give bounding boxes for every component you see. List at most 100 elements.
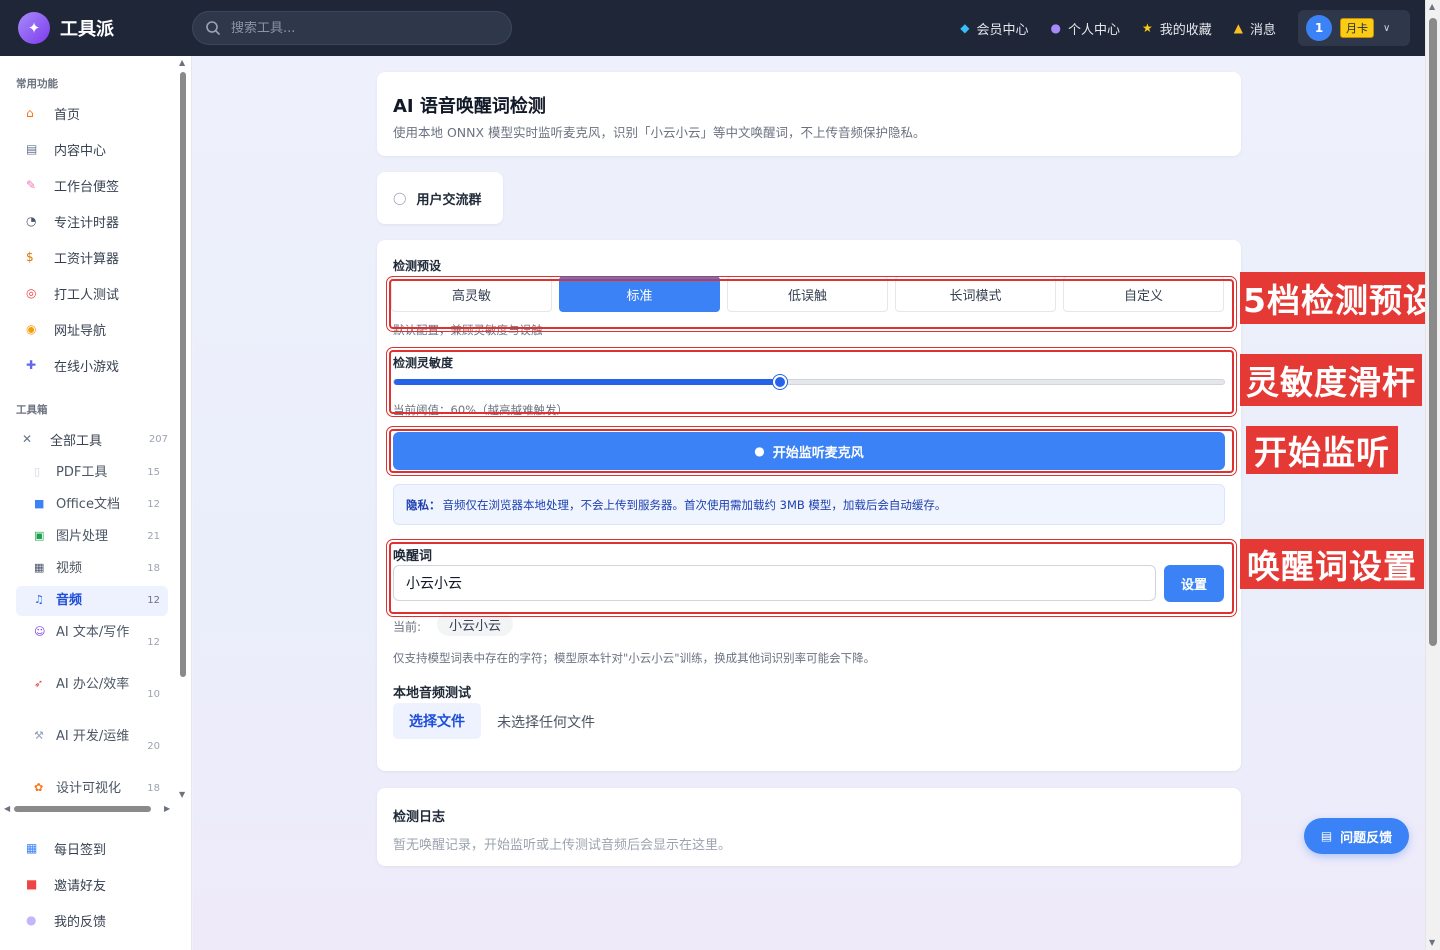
log-title: 检测日志 [393, 810, 446, 825]
palette-icon: ✿ [34, 781, 44, 794]
stopwatch-icon: ◔ [26, 214, 37, 228]
bell-icon: ▲ [1233, 21, 1243, 35]
sidebar-category-design[interactable]: ✿ 设计可视化 18 [16, 779, 168, 798]
annotation-box-presets [386, 276, 1237, 332]
log-empty-text: 暂无唤醒记录，开始监听或上传测试音频后会显示在这里。 [393, 838, 732, 853]
detection-log-card: 检测日志 暂无唤醒记录，开始监听或上传测试音频后会显示在这里。 [377, 788, 1241, 866]
sidebar-item-timer[interactable]: ◔ 专注计时器 [16, 206, 168, 236]
sidebar-item-label: 工资计算器 [54, 251, 120, 267]
annotation-label-wake-word: 唤醒词设置 [1240, 539, 1424, 589]
calendar-icon: ▦ [26, 841, 38, 855]
search-box[interactable] [192, 11, 512, 45]
page-scroll-down-arrow-icon[interactable]: ▼ [1429, 938, 1435, 947]
sidebar-item-notes[interactable]: ✎ 工作台便签 [16, 170, 168, 200]
preset-label: 检测预设 [393, 259, 442, 273]
music-note-icon: ♫ [34, 593, 44, 606]
choose-file-button[interactable]: 选择文件 [393, 703, 481, 739]
nav-label: 个人中心 [1067, 22, 1120, 38]
nav-personal-center[interactable]: ● 个人中心 [1050, 19, 1120, 38]
sidebar-item-content[interactable]: ▤ 内容中心 [16, 134, 168, 164]
sidebar-item-home[interactable]: ⌂ 首页 [16, 98, 168, 128]
sidebar-category-ai-dev[interactable]: ⚒ AI 开发/运维 20 [16, 727, 168, 767]
sidebar-item-count: 21 [147, 531, 160, 542]
user-group-label: 用户交流群 [416, 192, 482, 208]
current-label: 当前: [393, 620, 422, 634]
sidebar-category-pdf[interactable]: ▯ PDF工具 15 [16, 463, 168, 482]
gamepad-icon: ✚ [26, 358, 37, 372]
newspaper-icon: ▤ [26, 142, 38, 156]
target-icon: ◎ [26, 286, 37, 300]
sidebar-item-label: 音频 [56, 593, 83, 608]
sidebar-item-worker-test[interactable]: ◎ 打工人测试 [16, 278, 168, 308]
logo[interactable]: ✦ 工具派 [18, 12, 192, 44]
feedback-button[interactable]: ▤ 问题反馈 [1304, 818, 1409, 854]
sidebar-item-count: 18 [147, 563, 160, 574]
user-group-button[interactable]: ◯ 用户交流群 [377, 172, 503, 224]
sidebar-item-nav[interactable]: ◉ 网址导航 [16, 314, 168, 344]
page-description: 使用本地 ONNX 模型实时监听麦克风，识别「小云小云」等中文唤醒词，不上传音频… [393, 125, 926, 140]
sidebar-item-count: 12 [147, 499, 160, 510]
search-input[interactable] [231, 20, 491, 36]
scroll-left-arrow-icon[interactable]: ◀ [4, 804, 10, 813]
wrench-icon: ⚒ [34, 729, 44, 742]
sidebar-item-label: 设计可视化 [56, 781, 122, 796]
page-title: AI 语音唤醒词检测 [393, 96, 546, 117]
annotation-label-slider: 灵敏度滑杆 [1240, 354, 1422, 406]
page-scroll-thumb[interactable] [1429, 18, 1437, 646]
sidebar-item-label: 图片处理 [56, 529, 109, 544]
sidebar-item-count: 10 [147, 689, 160, 700]
sidebar-item-label: 邀请好友 [54, 878, 107, 894]
sidebar-category-ai-office[interactable]: ➶ AI 办公/效率 10 [16, 675, 168, 715]
sidebar-category-office[interactable]: ■ Office文档 12 [16, 495, 168, 514]
sidebar-item-my-feedback[interactable]: ● 我的反馈 [16, 905, 168, 935]
avatar: 1 [1306, 15, 1332, 41]
scroll-down-arrow-icon[interactable]: ▼ [179, 790, 185, 799]
nav-messages[interactable]: ▲ 消息 [1234, 19, 1276, 38]
annotation-box-start [386, 426, 1237, 476]
page-vertical-scrollbar[interactable]: ▲ ▼ [1425, 0, 1440, 950]
sidebar-horizontal-scrollbar[interactable]: ◀ ▶ [4, 804, 174, 814]
sidebar-category-image[interactable]: ▣ 图片处理 21 [16, 527, 168, 546]
sidebar-scroll-thumb[interactable] [180, 72, 186, 677]
page-header-card: AI 语音唤醒词检测 使用本地 ONNX 模型实时监听麦克风，识别「小云小云」等… [377, 72, 1241, 156]
sidebar-item-salary[interactable]: $ 工资计算器 [16, 242, 168, 272]
sidebar-item-invite[interactable]: ■ 邀请好友 [16, 869, 168, 899]
robot-icon: ☺ [34, 625, 46, 638]
annotation-label-presets: 5档检测预设 [1240, 272, 1440, 324]
sidebar-item-count: 12 [147, 637, 160, 648]
user-icon: ● [1050, 21, 1061, 35]
money-bag-icon: $ [26, 250, 34, 264]
sidebar-item-label: 在线小游戏 [54, 359, 120, 375]
speech-bubble-icon: ◯ [393, 191, 407, 205]
nav-member-center[interactable]: ◆ 会员中心 [960, 19, 1028, 38]
sidebar-hscroll-thumb[interactable] [14, 806, 151, 812]
feedback-label: 问题反馈 [1340, 830, 1393, 846]
nav-favorites[interactable]: ★ 我的收藏 [1142, 19, 1212, 38]
sidebar-vertical-scrollbar[interactable]: ▲ ▼ [179, 58, 187, 799]
top-bar: ✦ 工具派 ◆ 会员中心 ● 个人中心 ★ 我的收藏 ▲ 消息 1 月卡 ∨ [0, 0, 1440, 56]
sidebar-item-count: 18 [147, 783, 160, 794]
clapperboard-icon: ▦ [34, 561, 45, 574]
sidebar-item-label: 工作台便签 [54, 179, 120, 195]
file-status: 未选择任何文件 [497, 715, 595, 731]
scroll-right-arrow-icon[interactable]: ▶ [164, 804, 170, 813]
sidebar-item-count: 20 [147, 741, 160, 752]
sidebar-section-common: 常用功能 [16, 78, 58, 90]
home-icon: ⌂ [26, 106, 34, 120]
sidebar-item-label: Office文档 [56, 497, 120, 512]
user-menu[interactable]: 1 月卡 ∨ [1298, 10, 1410, 46]
sidebar-scroll-area: 常用功能 ⌂ 首页 ▤ 内容中心 ✎ 工作台便签 ◔ 专注计时器 $ 工资计算器 ◎ 打工人… [0, 56, 192, 816]
sidebar-category-audio[interactable]: ♫ 音频 12 [16, 586, 168, 616]
sidebar-item-checkin[interactable]: ▦ 每日签到 [16, 833, 168, 863]
sidebar-item-label: AI 办公/效率 [56, 677, 130, 692]
scroll-up-arrow-icon[interactable]: ▲ [179, 58, 185, 67]
sidebar-category-video[interactable]: ▦ 视频 18 [16, 559, 168, 578]
sidebar-item-games[interactable]: ✚ 在线小游戏 [16, 350, 168, 380]
sidebar-item-all-tools[interactable]: ✕ 全部工具 207 [16, 424, 168, 454]
nav-label: 我的收藏 [1159, 22, 1212, 38]
privacy-title: 隐私： [406, 497, 441, 512]
rocket-icon: ➶ [34, 677, 44, 690]
sidebar-category-ai-writing[interactable]: ☺ AI 文本/写作 12 [16, 623, 168, 663]
nav-label: 会员中心 [976, 22, 1029, 38]
page-scroll-up-arrow-icon[interactable]: ▲ [1429, 2, 1435, 11]
